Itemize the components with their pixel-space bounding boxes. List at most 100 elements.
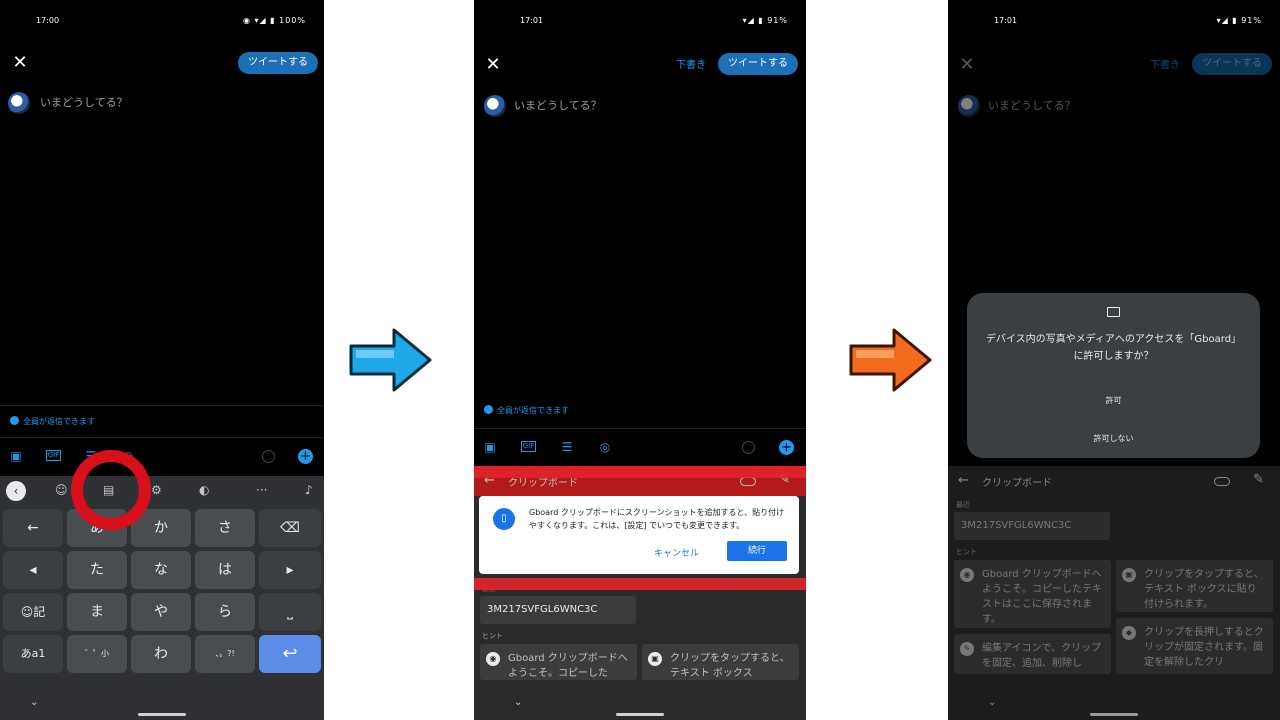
clipboard-title: クリップボード	[982, 478, 1052, 489]
reply-setting[interactable]: 全員が返信できます	[10, 416, 95, 427]
globe-icon	[484, 405, 493, 414]
avatar	[958, 95, 980, 117]
sticker-icon[interactable]: ☺	[55, 483, 68, 497]
permission-text: デバイス内の写真やメディアへのアクセスを「Gboard」に許可しますか？	[985, 334, 1242, 362]
key[interactable]: は	[195, 551, 255, 589]
image-icon[interactable]: ▣	[9, 449, 23, 463]
tweet-input[interactable]: いまどうしてる？	[514, 97, 602, 113]
key[interactable]: ←	[3, 509, 63, 547]
mic-icon[interactable]: ♪	[305, 483, 313, 497]
status-icons: ▾◢ ▮ 91%	[742, 16, 788, 25]
key[interactable]: ゛゜小	[67, 635, 127, 673]
tweet-input[interactable]: いまどうしてる？	[988, 97, 1076, 113]
key[interactable]: ▸	[259, 551, 321, 589]
location-icon[interactable]: ◎	[598, 440, 612, 454]
clipboard-toggle[interactable]	[1214, 477, 1230, 486]
key[interactable]: ◂	[3, 551, 63, 589]
nav-handle[interactable]	[138, 713, 186, 716]
clip-item[interactable]: 3M217SVFGL6WNC3C	[480, 596, 636, 624]
arrow-right-icon	[849, 328, 932, 392]
reply-setting[interactable]: 全員が返信できます	[484, 405, 569, 416]
hide-keyboard-icon[interactable]: ⌄	[988, 697, 996, 708]
nav-handle[interactable]	[1090, 713, 1138, 716]
hide-keyboard-icon[interactable]: ⌄	[30, 697, 38, 708]
hide-keyboard-icon[interactable]: ⌄	[514, 697, 522, 708]
char-count-icon	[262, 450, 275, 463]
key[interactable]: た	[67, 551, 127, 589]
compose-toolbar: ▣ GIF ☰ ◎ +	[0, 442, 324, 472]
highlight-circle	[71, 450, 151, 530]
phone-screen-2: 17:01 ▾◢ ▮ 91% ✕ 下書き ツイートする いまどうしてる？ 全員が…	[474, 0, 806, 720]
folder-icon	[1107, 307, 1120, 317]
reply-setting-label: 全員が返信できます	[497, 406, 569, 415]
clipboard-panel: ← クリップボード ✎ 最近 3M217SVFGL6WNC3C ヒント ◉ Gbo…	[948, 466, 1280, 720]
nav-handle[interactable]	[616, 713, 664, 716]
gear-icon[interactable]: ⚙	[151, 483, 162, 497]
hint-card[interactable]: ◆ クリップを長押しするとクリップが固定されます。固定を解除したクリ	[1116, 618, 1273, 674]
allow-button[interactable]: 許可	[967, 395, 1260, 406]
back-arrow-icon[interactable]: ←	[958, 473, 969, 488]
hint-card[interactable]: ▣ クリップをタップすると、テキスト ボックス	[642, 644, 799, 680]
keyboard-toolbar: ‹ ☺ ▤ ⚙ ◐ ··· ♪	[0, 476, 324, 506]
avatar	[484, 95, 506, 117]
phone-screen-3: 17:01 ▾◢ ▮ 91% ✕ 下書き ツイートする いまどうしてる？ ← ク…	[948, 0, 1280, 720]
key[interactable]: な	[131, 551, 191, 589]
status-bar: 17:00 ◉ ▾◢ ▮ 100%	[0, 14, 324, 30]
key[interactable]: わ	[131, 635, 191, 673]
edit-icon[interactable]: ✎	[1253, 472, 1264, 487]
close-button[interactable]: ✕	[957, 54, 977, 75]
key[interactable]: 、。?!	[195, 635, 255, 673]
status-time: 17:00	[36, 16, 60, 25]
hint-text: Gboard クリップボードへようこそ。コピーしたテキストはここに保存されます。	[982, 569, 1102, 625]
add-tweet-icon[interactable]: +	[779, 440, 794, 455]
key[interactable]: ☺記	[3, 593, 63, 631]
clipboard-hint-icon: ◉	[486, 652, 500, 666]
theme-icon[interactable]: ◐	[199, 483, 209, 497]
image-icon[interactable]: ▣	[483, 440, 497, 454]
draft-button[interactable]: 下書き	[1150, 56, 1180, 71]
hint-text: Gboard クリップボードへようこそ。コピーした	[508, 653, 628, 679]
status-icons: ▾◢ ▮ 91%	[1216, 16, 1262, 25]
tweet-button[interactable]: ツイートする	[238, 52, 318, 74]
hint-card[interactable]: ✎ 編集アイコンで、クリップを固定、追加、削除し	[954, 634, 1111, 674]
clipboard-header: ← クリップボード ✎	[948, 466, 1280, 496]
hint-card[interactable]: ◉ Gboard クリップボードへようこそ。コピーした	[480, 644, 637, 680]
hint-card[interactable]: ▣ クリップをタップすると、テキスト ボックスに貼り付けられます。	[1116, 560, 1273, 612]
reply-setting-label: 全員が返信できます	[23, 417, 95, 426]
status-bar: 17:01 ▾◢ ▮ 91%	[948, 14, 1280, 30]
status-bar: 17:01 ▾◢ ▮ 91%	[474, 14, 806, 30]
add-tweet-icon[interactable]: +	[298, 449, 313, 464]
hint-text: クリップを長押しするとクリップが固定されます。固定を解除したクリ	[1144, 627, 1264, 668]
poll-icon[interactable]: ☰	[560, 440, 574, 454]
tweet-button[interactable]: ツイートする	[1192, 53, 1272, 75]
key[interactable]: ら	[195, 593, 255, 631]
close-button[interactable]: ✕	[10, 52, 30, 73]
key[interactable]: ま	[67, 593, 127, 631]
divider	[0, 437, 324, 438]
globe-icon	[10, 416, 19, 425]
key[interactable]: さ	[195, 509, 255, 547]
space-key[interactable]: ⎵	[259, 593, 321, 631]
pin-hint-icon: ◆	[1122, 626, 1136, 640]
clip-item[interactable]: 3M217SVFGL6WNC3C	[954, 512, 1110, 540]
hint-card[interactable]: ◉ Gboard クリップボードへようこそ。コピーしたテキストはここに保存されます…	[954, 560, 1111, 628]
hint-label: ヒント	[956, 548, 977, 556]
clipboard-hint-icon: ◉	[960, 568, 974, 582]
enter-key[interactable]: ↩	[259, 635, 321, 673]
battery-level: 91%	[1241, 16, 1262, 25]
key[interactable]: や	[131, 593, 191, 631]
tweet-button[interactable]: ツイートする	[718, 53, 798, 75]
deny-button[interactable]: 許可しない	[967, 433, 1260, 444]
arrow-right-icon	[349, 328, 432, 392]
tweet-input[interactable]: いまどうしてる？	[40, 94, 128, 110]
gif-icon[interactable]: GIF	[46, 450, 61, 461]
draft-button[interactable]: 下書き	[676, 56, 706, 71]
keyboard-back-icon[interactable]: ‹	[6, 481, 26, 501]
hint-text: 編集アイコンで、クリップを固定、追加、削除し	[982, 643, 1102, 669]
gif-icon[interactable]: GIF	[521, 441, 536, 452]
more-icon[interactable]: ···	[256, 483, 267, 497]
close-button[interactable]: ✕	[483, 54, 503, 75]
key[interactable]: あa1	[3, 635, 63, 673]
battery-level: 100%	[279, 16, 306, 25]
backspace-key[interactable]: ⌫	[259, 509, 321, 547]
